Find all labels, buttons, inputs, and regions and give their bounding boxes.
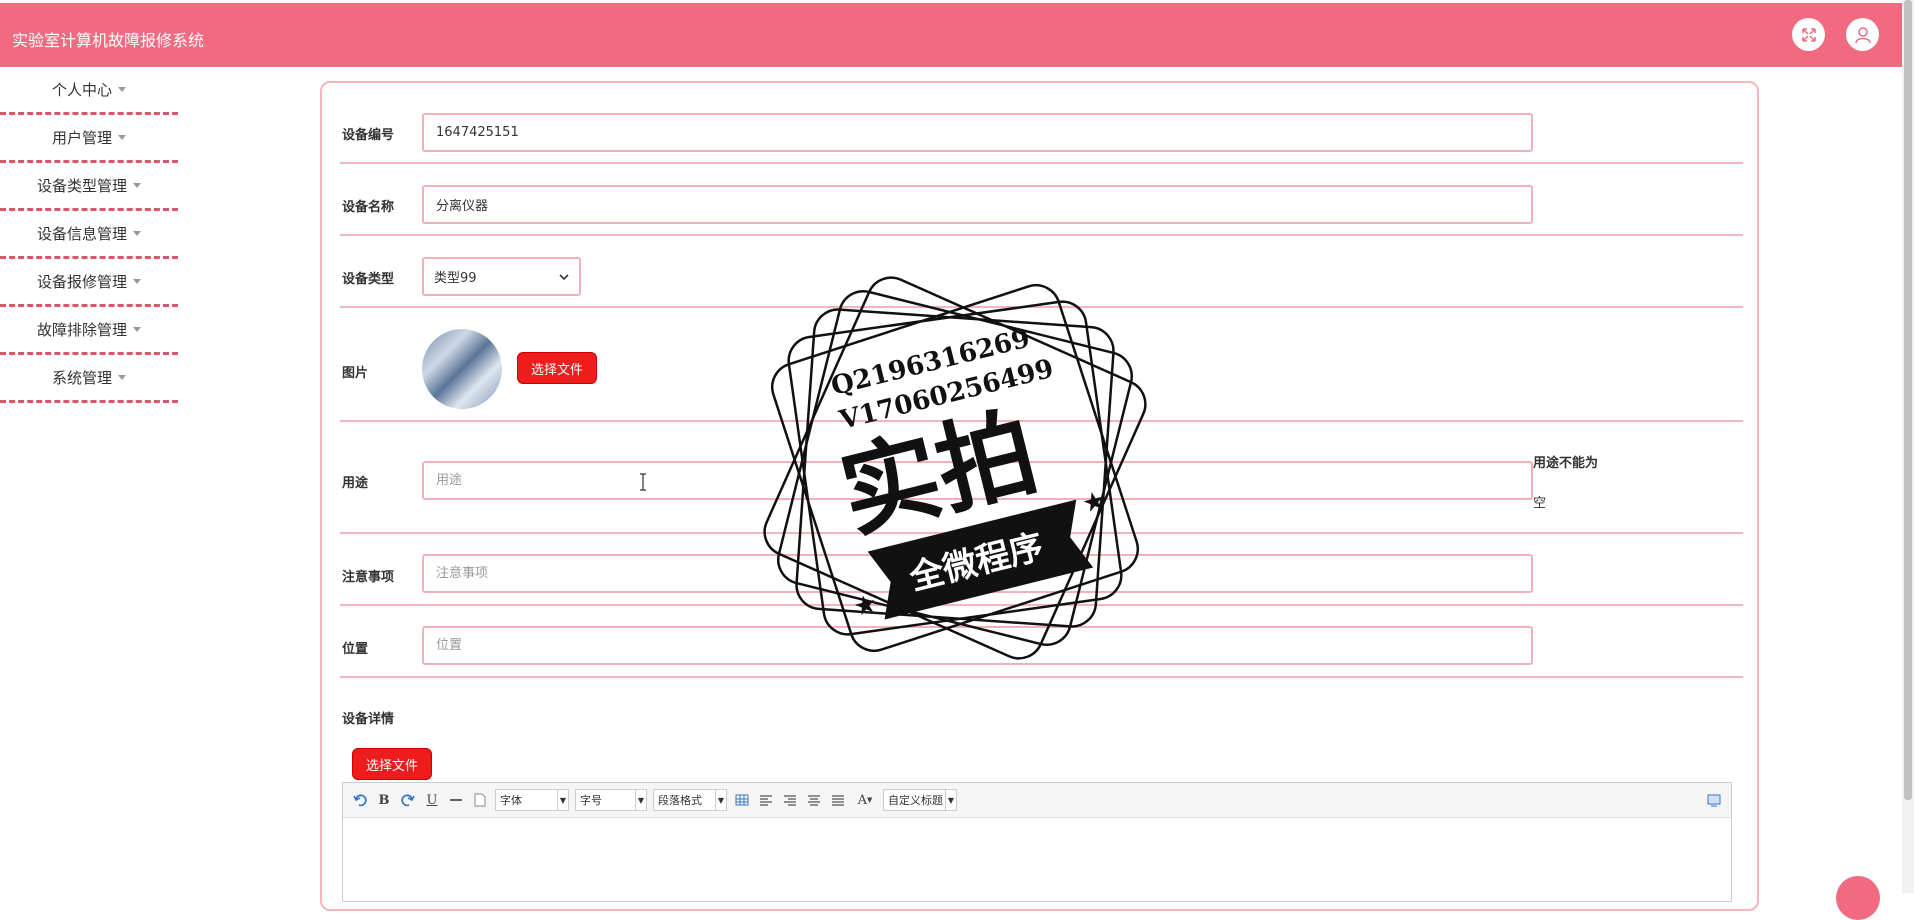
scrollbar-thumb[interactable] (1904, 0, 1912, 800)
text-cursor-icon (640, 473, 646, 491)
usage-error-text-line2: 空 (1533, 496, 1547, 511)
image-choose-file-button[interactable]: 选择文件 (517, 352, 597, 384)
device-no-input[interactable] (422, 113, 1533, 152)
top-bar: 实验室计算机故障报修系统 (0, 0, 1902, 67)
form-row-device-name: 设备名称 (340, 178, 1743, 236)
align-justify-icon[interactable] (829, 791, 847, 809)
preview-icon[interactable] (1705, 791, 1723, 809)
form-row-device-no: 设备编号 (340, 106, 1743, 164)
underline-icon[interactable]: U (423, 791, 441, 809)
sidebar-item-device-type-management[interactable]: 设备类型管理 (0, 163, 178, 211)
paragraph-format-combo-label: 段落格式 (658, 794, 702, 807)
undo-icon[interactable] (351, 791, 369, 809)
user-icon (1854, 26, 1871, 43)
document-icon[interactable] (471, 791, 489, 809)
caret-down-icon (118, 87, 126, 92)
align-left-icon[interactable] (757, 791, 775, 809)
sidebar-item-personal-center[interactable]: 个人中心 (0, 67, 178, 115)
details-choose-file-button[interactable]: 选择文件 (352, 748, 432, 780)
sidebar-item-label: 用户管理 (51, 129, 112, 147)
chevron-down-icon (559, 273, 569, 280)
align-right-icon[interactable] (781, 791, 799, 809)
table-icon[interactable] (733, 791, 751, 809)
editor-toolbar: B U 字体 ▼ 字号 ▼ 段落格式 ▼ A ▼ 自定义标题 ▼ (343, 783, 1731, 818)
sidebar-item-label: 个人中心 (51, 81, 112, 99)
font-color-icon[interactable]: A ▼ (853, 791, 877, 809)
caret-down-icon (133, 279, 141, 284)
sidebar: 个人中心 用户管理 设备类型管理 设备信息管理 设备报修管理 故障排除管理 系统… (0, 67, 178, 403)
bold-icon[interactable]: B (375, 791, 393, 809)
combo-arrow-icon: ▼ (945, 790, 956, 810)
combo-arrow-icon: ▼ (635, 790, 646, 810)
caret-down-icon (133, 183, 141, 188)
caret-down-icon (118, 375, 126, 380)
font-size-combo[interactable]: 字号 ▼ (575, 789, 647, 811)
back-to-top-button[interactable] (1836, 876, 1880, 920)
device-type-selected-value: 类型99 (434, 271, 477, 286)
rich-text-editor[interactable]: B U 字体 ▼ 字号 ▼ 段落格式 ▼ A ▼ 自定义标题 ▼ (342, 782, 1732, 902)
app-title: 实验室计算机故障报修系统 (12, 31, 205, 50)
sidebar-item-label: 设备信息管理 (36, 225, 127, 243)
align-center-icon[interactable] (805, 791, 823, 809)
horizontal-rule-icon[interactable] (447, 791, 465, 809)
caret-down-icon (118, 135, 126, 140)
sidebar-item-label: 系统管理 (51, 369, 112, 387)
combo-arrow-icon: ▼ (557, 790, 568, 810)
device-name-input[interactable] (422, 185, 1533, 224)
caret-down-icon (133, 231, 141, 236)
sidebar-item-label: 设备类型管理 (36, 177, 127, 195)
device-type-label: 设备类型 (342, 272, 395, 287)
combo-arrow-icon: ▼ (715, 790, 726, 810)
custom-heading-combo[interactable]: 自定义标题 ▼ (883, 789, 957, 811)
sidebar-item-repair-management[interactable]: 设备报修管理 (0, 259, 178, 307)
custom-heading-combo-label: 自定义标题 (888, 794, 943, 807)
details-label: 设备详情 (342, 712, 395, 727)
usage-label: 用途 (342, 476, 369, 491)
sidebar-item-troubleshooting-management[interactable]: 故障排除管理 (0, 307, 178, 355)
redo-icon[interactable] (399, 791, 417, 809)
fullscreen-icon (1801, 27, 1816, 42)
fullscreen-button[interactable] (1792, 18, 1825, 51)
font-family-combo-label: 字体 (500, 794, 522, 807)
watermark-stamp: Q2196316269 V17060256499 实拍 全微程序 ★ ★ (763, 276, 1147, 660)
device-name-label: 设备名称 (342, 200, 395, 215)
sidebar-item-user-management[interactable]: 用户管理 (0, 115, 178, 163)
user-avatar-button[interactable] (1846, 18, 1879, 51)
paragraph-format-combo[interactable]: 段落格式 ▼ (653, 789, 727, 811)
notes-label: 注意事项 (342, 570, 395, 585)
star-icon: ★ (850, 588, 880, 623)
location-label: 位置 (342, 642, 369, 657)
image-label: 图片 (342, 366, 369, 381)
sidebar-item-label: 设备报修管理 (36, 273, 127, 291)
sidebar-item-system-management[interactable]: 系统管理 (0, 355, 178, 403)
font-family-combo[interactable]: 字体 ▼ (495, 789, 569, 811)
device-no-label: 设备编号 (342, 128, 395, 143)
caret-down-icon (133, 327, 141, 332)
sidebar-item-device-info-management[interactable]: 设备信息管理 (0, 211, 178, 259)
device-image-thumbnail (422, 329, 502, 409)
usage-error-text-line1: 用途不能为 (1533, 456, 1599, 471)
sidebar-item-label: 故障排除管理 (36, 321, 127, 339)
device-type-select[interactable]: 类型99 (422, 257, 581, 296)
font-size-combo-label: 字号 (580, 794, 602, 807)
page-scrollbar[interactable] (1902, 0, 1914, 893)
